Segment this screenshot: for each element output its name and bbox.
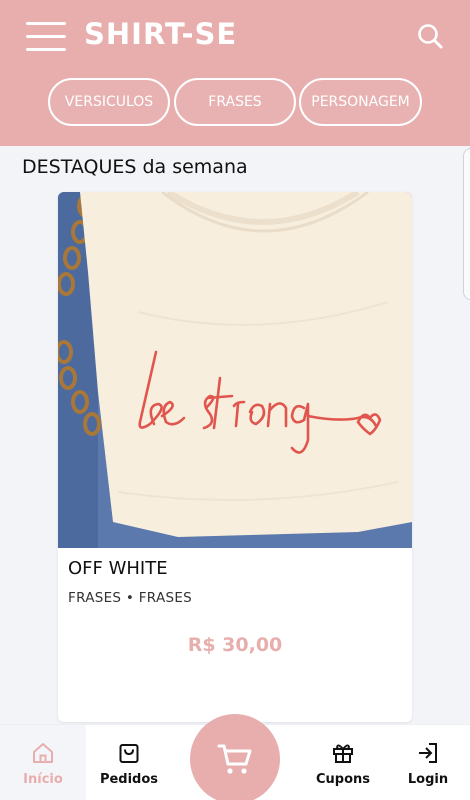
nav-label-cupons: Cupons: [315, 772, 371, 787]
tab-personagem[interactable]: PERSONAGEM: [299, 78, 422, 126]
nav-label-login: Login: [407, 772, 449, 787]
cart-icon: [217, 744, 252, 774]
nav-label-inicio: Início: [23, 772, 63, 787]
search-icon[interactable]: [416, 22, 444, 50]
login-icon: [419, 743, 437, 763]
product-name: OFF WHITE: [68, 558, 168, 579]
cart-button[interactable]: [190, 714, 280, 800]
product-category: FRASES • FRASES: [68, 590, 193, 606]
tab-versiculos[interactable]: VERSICULOS: [48, 78, 170, 126]
brand-title: SHIRT-SE: [84, 17, 238, 51]
nav-pedidos[interactable]: Pedidos: [88, 725, 170, 800]
product-card[interactable]: OFF WHITE FRASES • FRASES R$ 30,00: [58, 192, 412, 722]
app-header: SHIRT-SE VERSICULOS FRASES PERSONAGEM: [0, 0, 470, 146]
nav-inicio[interactable]: Início: [0, 725, 86, 800]
side-scroll-handle[interactable]: [463, 148, 470, 300]
tab-frases[interactable]: FRASES: [174, 78, 296, 126]
menu-icon[interactable]: [26, 22, 66, 52]
home-icon: [33, 743, 53, 763]
product-image: [58, 192, 412, 548]
gift-icon: [333, 744, 353, 763]
section-title: DESTAQUES da semana: [22, 156, 248, 178]
nav-label-pedidos: Pedidos: [99, 772, 159, 787]
product-price: R$ 30,00: [187, 634, 283, 656]
nav-cupons[interactable]: Cupons: [300, 725, 386, 800]
nav-login[interactable]: Login: [390, 725, 466, 800]
bag-icon: [119, 744, 139, 763]
